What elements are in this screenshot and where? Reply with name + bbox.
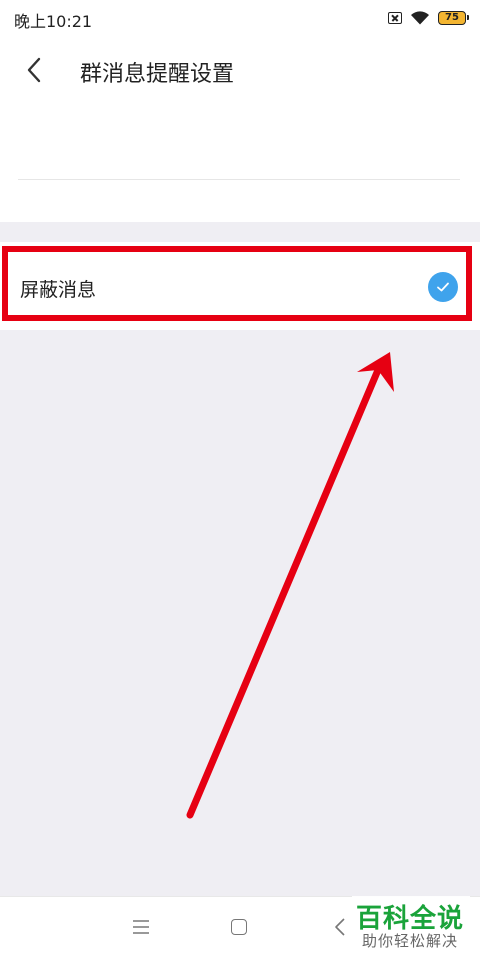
upper-section: [0, 106, 480, 222]
wifi-icon: [411, 11, 429, 25]
divider: [18, 179, 460, 180]
watermark-subtitle: 助你轻松解决: [362, 932, 459, 950]
battery-level: 75: [445, 12, 459, 23]
status-bar: 晚上10:21 75: [0, 0, 480, 36]
menu-icon[interactable]: [132, 919, 150, 935]
home-icon[interactable]: [231, 919, 247, 935]
status-icons: 75: [388, 8, 469, 28]
back-button[interactable]: [14, 50, 54, 90]
header: 群消息提醒设置: [0, 36, 480, 106]
chevron-left-icon: [27, 57, 41, 83]
watermark-logo: 百科全说 助你轻松解决: [352, 896, 470, 956]
back-icon[interactable]: [333, 917, 347, 937]
page-title: 群消息提醒设置: [80, 62, 235, 87]
no-sim-icon: [388, 12, 402, 24]
status-time: 晚上10:21: [14, 12, 93, 31]
highlight-box-annotation: [2, 246, 472, 321]
battery-icon: 75: [438, 11, 469, 25]
screen: 晚上10:21 75 群消息提醒设置 屏蔽消息 百科全说 助你轻松解决: [0, 0, 480, 960]
